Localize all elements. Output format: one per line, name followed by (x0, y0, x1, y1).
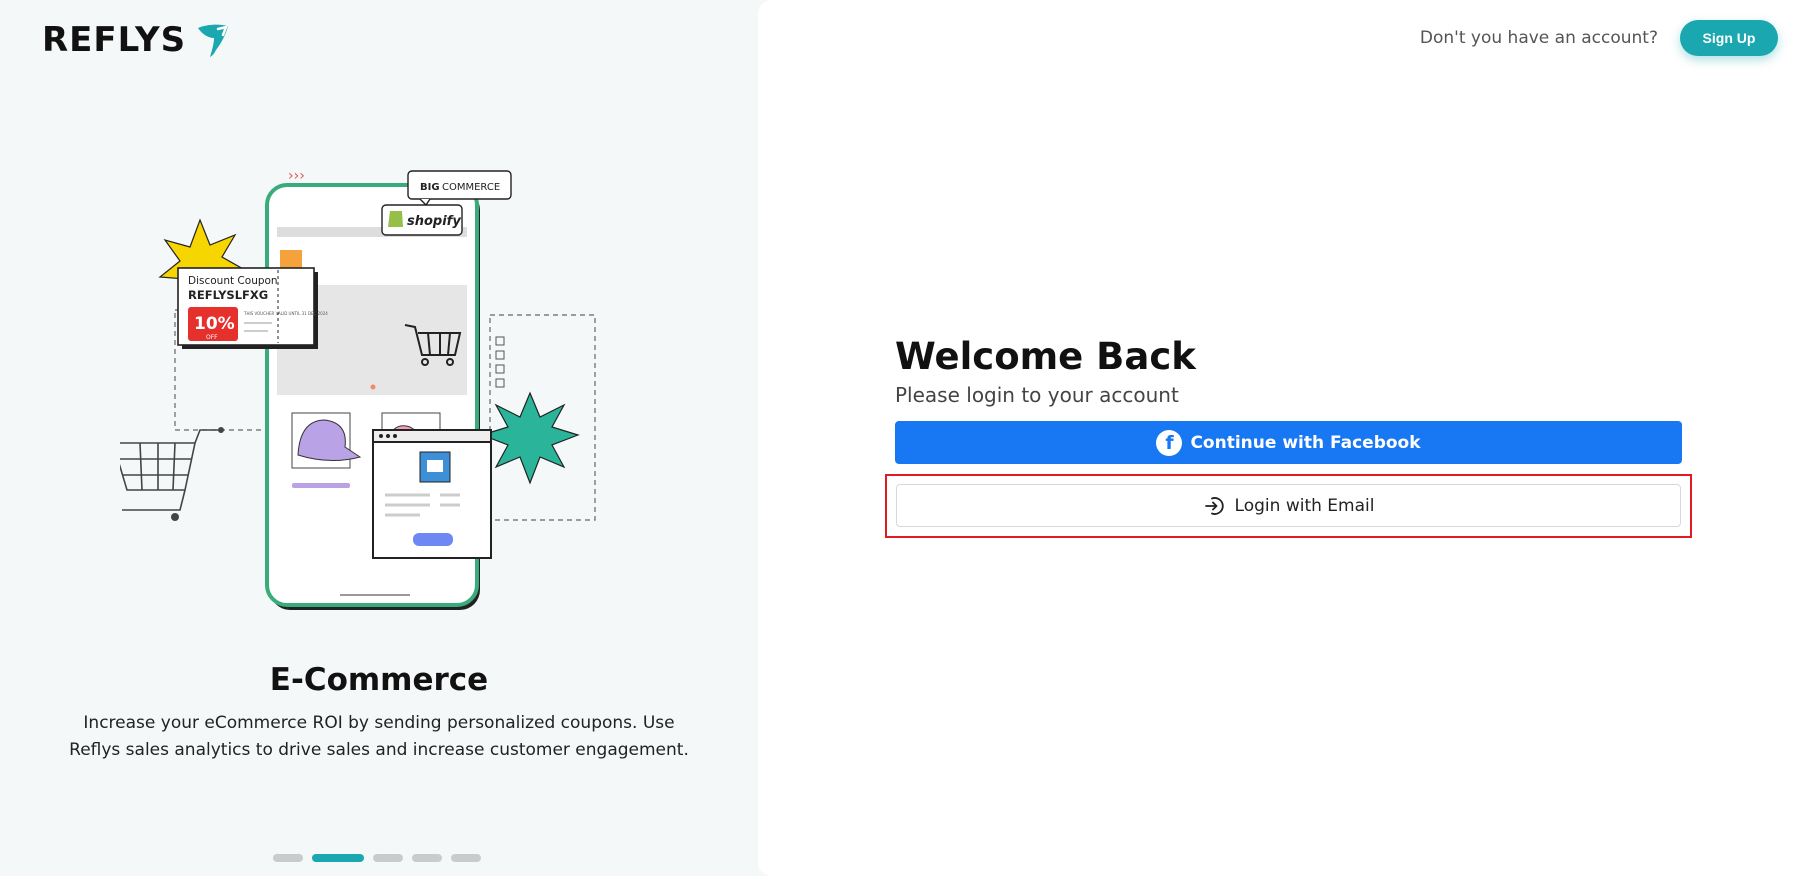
highlight-box: Login with Email (885, 474, 1692, 538)
no-account-text: Don't you have an account? (1419, 28, 1658, 48)
svg-text:›››: ››› (288, 168, 305, 184)
page-title: Welcome Back (895, 335, 1196, 378)
facebook-button-label: Continue with Facebook (1190, 432, 1421, 453)
sign-up-button[interactable]: Sign Up (1680, 20, 1778, 56)
topbar: Don't you have an account? Sign Up (1420, 20, 1778, 56)
carousel-dot[interactable] (412, 854, 442, 862)
carousel-dot-active[interactable] (312, 854, 364, 862)
email-button-label: Login with Email (1234, 495, 1375, 516)
ecommerce-illustration: ››› Discount Coupon REFLYSLFXG 10% OFF T… (120, 168, 596, 610)
facebook-icon: f (1156, 429, 1183, 456)
left-panel: REFLYS ››› Discount Coupon REFLYSLFXG 10… (0, 0, 758, 876)
logo-text: REFLYS (42, 20, 187, 60)
coupon-title: Discount Coupon (188, 275, 278, 287)
bigcommerce-big: BIG (420, 182, 440, 193)
bigcommerce-rest: COMMERCE (442, 182, 500, 193)
carousel-dot[interactable] (273, 854, 303, 862)
coupon-percent: 10% (194, 314, 235, 334)
page-subtitle: Please login to your account (895, 383, 1179, 407)
coupon-code: REFLYSLFXG (188, 288, 268, 302)
carousel-dot[interactable] (451, 854, 481, 862)
login-form: Welcome Back Please login to your accoun… (885, 335, 1692, 538)
carousel-dot[interactable] (373, 854, 403, 862)
slide-description: Increase your eCommerce ROI by sending p… (69, 713, 689, 760)
slide-title: E-Commerce (269, 662, 489, 698)
shopify-label: shopify (407, 214, 461, 229)
coupon-off: OFF (206, 334, 218, 341)
logo: REFLYS (42, 20, 232, 60)
login-with-email-button[interactable]: Login with Email (896, 484, 1681, 527)
reflys-arrow-icon (198, 24, 229, 57)
login-arrow-icon (1204, 496, 1224, 515)
carousel-dots (273, 854, 481, 862)
coupon-note: THIS VOUCHER VALID UNTIL 31 DEC 2024 (243, 311, 328, 316)
continue-with-facebook-button[interactable]: f Continue with Facebook (895, 421, 1682, 464)
